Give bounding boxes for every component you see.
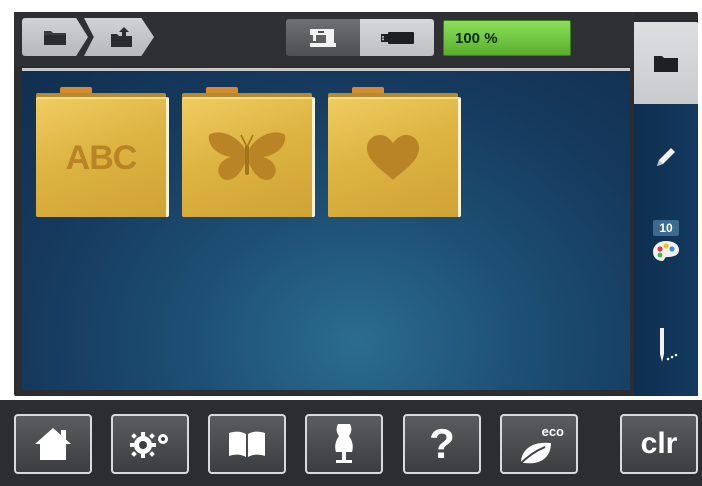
breadcrumb — [22, 18, 154, 56]
folder-front — [182, 97, 315, 217]
help-icon: ? — [429, 420, 455, 467]
folder-quilts[interactable] — [328, 87, 463, 217]
folder-front — [328, 97, 461, 217]
folder-icon — [44, 31, 66, 45]
sewing-consultant-button[interactable] — [305, 414, 383, 474]
memory-usage-indicator: 100 % — [443, 20, 571, 56]
machine-memory-button[interactable] — [286, 19, 360, 56]
folder-export-icon — [111, 27, 132, 47]
needle-icon — [660, 328, 678, 362]
home-button[interactable] — [14, 414, 92, 474]
sewing-machine-icon — [310, 28, 336, 47]
folder-icon — [654, 56, 678, 72]
butterfly-icon — [208, 132, 286, 180]
clear-label: clr — [640, 427, 678, 460]
sidebar: 10 — [634, 104, 698, 396]
folder-alphabets[interactable]: ABC — [36, 87, 171, 217]
source-selector — [286, 19, 434, 56]
home-icon — [35, 428, 71, 460]
folder-front: ABC — [36, 97, 169, 217]
edit-button[interactable] — [634, 144, 698, 170]
clear-button[interactable]: clr — [620, 414, 698, 474]
eco-label: eco — [541, 424, 564, 439]
settings-button[interactable] — [111, 414, 189, 474]
color-count-badge: 10 — [653, 220, 679, 236]
needle-button[interactable] — [634, 326, 698, 366]
usb-stick-button[interactable] — [360, 19, 434, 56]
usb-stick-icon — [381, 31, 414, 44]
pencil-icon — [657, 148, 675, 166]
heart-icon — [367, 135, 419, 180]
settings-icon — [130, 432, 168, 458]
breadcrumb-export-folder[interactable] — [84, 18, 154, 56]
eco-button[interactable]: eco — [500, 414, 578, 474]
tutorial-book-button[interactable] — [208, 414, 286, 474]
dress-form-icon — [335, 424, 353, 463]
eco-leaf-icon — [518, 442, 551, 466]
folder-label: ABC — [65, 138, 138, 177]
help-button[interactable]: ? — [403, 414, 481, 474]
color-palette-icon — [653, 241, 679, 261]
folder-motifs[interactable] — [182, 87, 317, 217]
color-overview-button[interactable]: 10 — [634, 220, 698, 262]
book-icon — [229, 431, 265, 457]
breadcrumb-root-folder[interactable] — [22, 18, 88, 56]
tab-file-manager[interactable] — [634, 22, 698, 104]
